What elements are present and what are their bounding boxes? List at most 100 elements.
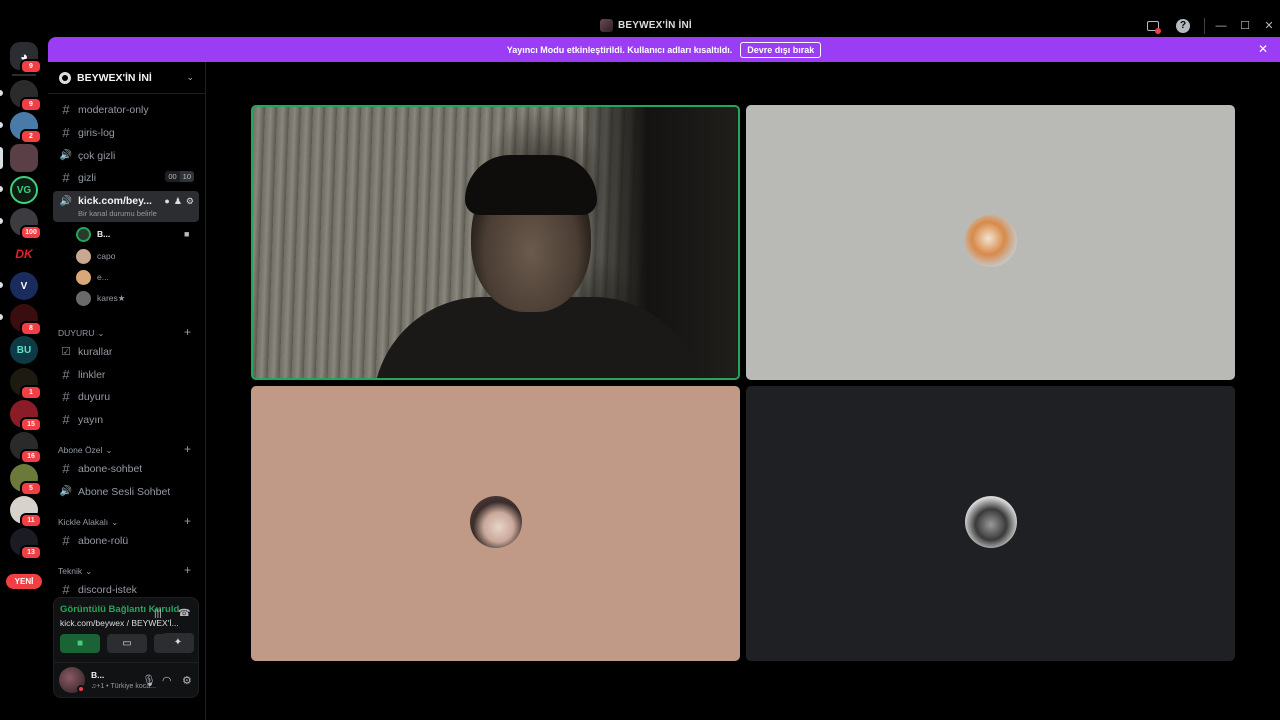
hash-icon: #	[62, 388, 70, 404]
category-name: Abone Özel	[58, 445, 103, 455]
channel-name: çok gizli	[78, 149, 116, 162]
window-title: BEYWEX'İN İNİ	[618, 20, 692, 31]
server-icon[interactable]: 16	[10, 432, 42, 464]
badge: 13	[20, 545, 42, 560]
close-window-button[interactable]: ✕	[1262, 18, 1276, 34]
category-name: DUYURU	[58, 328, 95, 338]
add-channel-button[interactable]: +	[184, 563, 191, 577]
server-icon[interactable]: 9	[10, 80, 42, 112]
max-users: 10	[179, 171, 194, 182]
server-icon[interactable]: 8	[10, 304, 42, 336]
unread-pill	[0, 314, 3, 320]
unread-pill	[0, 122, 3, 128]
server-icon[interactable]: 100	[10, 208, 42, 240]
voice-user[interactable]: e...	[76, 268, 109, 286]
channel-abone-sohbet[interactable]: # abone-sohbet	[53, 458, 199, 479]
channel-abone-sesli-sohbet[interactable]: 🔊 Abone Sesli Sohbet	[53, 481, 199, 502]
avatar	[470, 496, 522, 548]
channel-duyuru[interactable]: # duyuru	[53, 386, 199, 407]
server-icon[interactable]: DK	[10, 240, 38, 268]
voice-user[interactable]: B...	[76, 225, 110, 243]
voice-location[interactable]: kick.com/beywex / BEYWEX'İ...	[60, 618, 190, 628]
gear-icon[interactable]: ⚙	[186, 196, 194, 207]
hash-icon: #	[62, 169, 70, 185]
avatar	[76, 269, 91, 285]
channel-cok-gizli[interactable]: 🔊 çok gizli	[53, 145, 199, 166]
channel-gizli[interactable]: # gizli 00 10	[53, 167, 199, 188]
channel-abone-rolu[interactable]: # abone-rolü	[53, 530, 199, 551]
channel-tools: ● ♟ ⚙	[164, 196, 194, 207]
channel-name: gizli	[78, 171, 97, 184]
category-kickle-alakali[interactable]: Kickle Alakalı ⌄	[58, 517, 118, 528]
rail-divider	[12, 74, 36, 76]
server-icon[interactable]: V	[10, 272, 38, 300]
category-teknik[interactable]: Teknik ⌄	[58, 566, 92, 577]
channel-giris-log[interactable]: # giris-log	[53, 122, 199, 143]
soundboard-button[interactable]: ✦	[162, 633, 194, 652]
title-bar: BEYWEX'İN İNİ ? — ☐ ✕	[0, 0, 1280, 37]
video-tile-avatar[interactable]	[251, 386, 740, 661]
server-icon[interactable]: 1	[10, 368, 42, 400]
screen-share-button[interactable]: ▭	[107, 634, 147, 653]
channel-yayin[interactable]: # yayın	[53, 409, 199, 430]
hangup-icon[interactable]: ☎	[178, 608, 190, 619]
maximize-button[interactable]: ☐	[1238, 18, 1252, 34]
help-icon[interactable]: ?	[1176, 19, 1190, 33]
chevron-down-icon: ⌄	[85, 566, 93, 576]
hash-icon: #	[62, 581, 70, 597]
camera-icon: ■	[184, 229, 190, 239]
add-channel-button[interactable]: +	[184, 325, 191, 339]
channel-active-voice[interactable]: 🔊 kick.com/bey... Bir kanal durumu belir…	[53, 191, 199, 222]
channel-sidebar: BEYWEX'İN İNİ ⌄ # moderator-only # giris…	[48, 62, 206, 720]
noise-suppression-icon[interactable]: |||	[154, 608, 162, 619]
voice-status[interactable]: Görüntülü Bağlantı Kuruld	[60, 604, 192, 615]
minimize-button[interactable]: —	[1214, 18, 1228, 34]
voice-user[interactable]: capo	[76, 247, 115, 265]
category-abone-ozel[interactable]: Abone Özel ⌄	[58, 445, 113, 456]
server-icon[interactable]: VG	[10, 176, 38, 204]
panel-divider	[54, 662, 198, 663]
video-tile-camera[interactable]	[251, 105, 740, 380]
server-icon[interactable]: 5	[10, 464, 42, 496]
video-tile-avatar[interactable]	[746, 386, 1235, 661]
server-icon[interactable]: 11	[10, 496, 42, 528]
add-channel-button[interactable]: +	[184, 442, 191, 456]
channel-linkler[interactable]: # linkler	[53, 364, 199, 385]
server-icon[interactable]: BU	[10, 336, 38, 364]
category-duyuru[interactable]: DUYURU ⌄	[58, 328, 105, 339]
unread-pill	[0, 218, 3, 224]
home-button[interactable]: ◕ 9	[10, 42, 42, 74]
current-users: 00	[165, 171, 180, 182]
channel-moderator-only[interactable]: # moderator-only	[53, 99, 199, 120]
badge: 16	[20, 449, 42, 464]
channel-status[interactable]: Bir kanal durumu belirle	[78, 209, 157, 218]
channel-name: Abone Sesli Sohbet	[78, 485, 171, 498]
chat-icon[interactable]: ●	[164, 196, 169, 207]
headphones-icon[interactable]: ◠	[162, 674, 172, 687]
new-unreads-pill[interactable]: YENİ	[6, 574, 42, 589]
server-icon[interactable]: 13	[10, 528, 42, 560]
server-icon[interactable]: 2	[10, 112, 42, 144]
voice-user[interactable]: kares★	[76, 289, 125, 307]
guild-name: BEYWEX'İN İNİ	[77, 71, 152, 84]
video-tile-avatar[interactable]	[746, 105, 1235, 380]
mic-icon[interactable]: 🎙	[142, 674, 156, 687]
guild-badge-icon	[59, 71, 71, 84]
server-icon-selected[interactable]	[10, 144, 38, 172]
close-icon[interactable]: ✕	[1258, 42, 1268, 56]
channel-kurallar[interactable]: ☑ kurallar	[53, 341, 199, 362]
channel-name: giris-log	[78, 126, 115, 139]
add-channel-button[interactable]: +	[184, 514, 191, 528]
screen-share-icon: ▭	[122, 638, 132, 649]
server-rail: ◕ 9 9 2 VG 100 DK V 8 BU 1 15 16 5 11 13	[0, 37, 48, 720]
avatar	[76, 290, 91, 306]
camera-button[interactable]: ■	[60, 634, 100, 653]
badge: 2	[20, 129, 42, 144]
disable-streamer-mode-button[interactable]: Devre dışı bırak	[740, 41, 822, 58]
rules-icon: ☑	[61, 345, 71, 358]
invite-icon[interactable]: ♟	[174, 196, 182, 207]
guild-header[interactable]: BEYWEX'İN İNİ ⌄	[48, 62, 206, 94]
server-icon[interactable]: 15	[10, 400, 42, 432]
voice-user-name: e...	[97, 272, 109, 282]
gear-icon[interactable]: ⚙	[182, 674, 192, 687]
